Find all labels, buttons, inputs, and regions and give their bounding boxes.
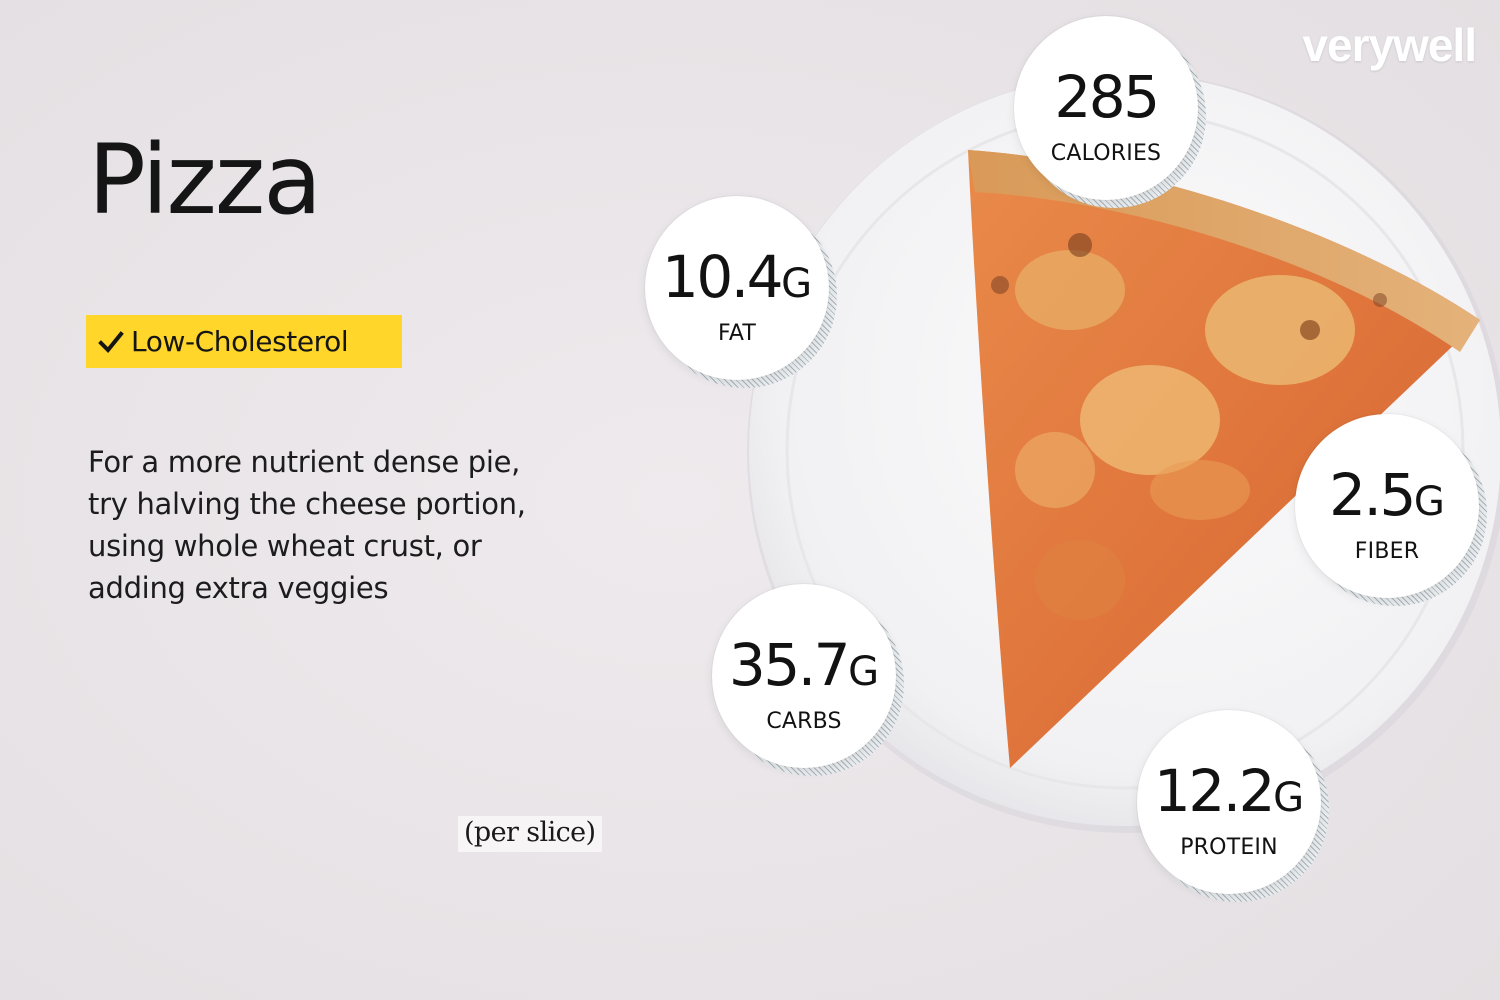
fiber-stat: 2.5G FIBER [1295,414,1487,606]
carbs-stat: 35.7G CARBS [712,584,904,776]
description-line: using whole wheat crust, or [88,529,482,563]
stat-value: 35.7G [712,636,896,694]
calories-label: CALORIES [1050,141,1162,166]
protein-value: 12.2 [1153,757,1276,825]
protein-stat: 12.2G PROTEIN [1137,710,1329,902]
fat-stat: 10.4G FAT [645,196,837,388]
fat-value: 10.4 [661,243,784,311]
stat-face: 12.2G PROTEIN [1137,710,1321,894]
description-line: For a more nutrient dense pie, [88,445,521,479]
fiber-value: 2.5 [1329,461,1416,529]
stat-face: 285 CALORIES [1014,16,1198,200]
protein-label: PROTEIN [1180,835,1278,860]
serving-note: (per slice) [458,816,603,852]
description-line: adding extra veggies [88,571,389,605]
stat-value: 10.4G [645,248,829,306]
stat-face: 35.7G CARBS [712,584,896,768]
fat-unit: G [781,261,813,307]
low-cholesterol-badge: Low-Cholesterol [86,315,402,368]
stat-face: 10.4G FAT [645,196,829,380]
protein-unit: G [1273,775,1305,821]
fiber-unit: G [1413,479,1445,525]
description-line: try halving the cheese portion, [88,487,526,521]
description: For a more nutrient dense pie, try halvi… [88,441,628,609]
fat-label: FAT [717,321,756,346]
calories-stat: 285 CALORIES [1014,16,1206,208]
calories-value: 285 [1054,63,1160,131]
stat-face: 2.5G FIBER [1295,414,1479,598]
page-title: Pizza [88,124,322,236]
fiber-label: FIBER [1354,539,1420,564]
carbs-label: CARBS [766,709,842,734]
carbs-value: 35.7 [728,631,851,699]
check-icon [98,330,124,353]
brand-logo: verywell [1302,19,1477,71]
badge-label: Low-Cholesterol [131,325,349,358]
stat-value: 12.2G [1137,762,1321,820]
stat-value: 2.5G [1295,466,1479,524]
carbs-unit: G [848,649,880,695]
stat-value: 285 [1014,68,1198,126]
